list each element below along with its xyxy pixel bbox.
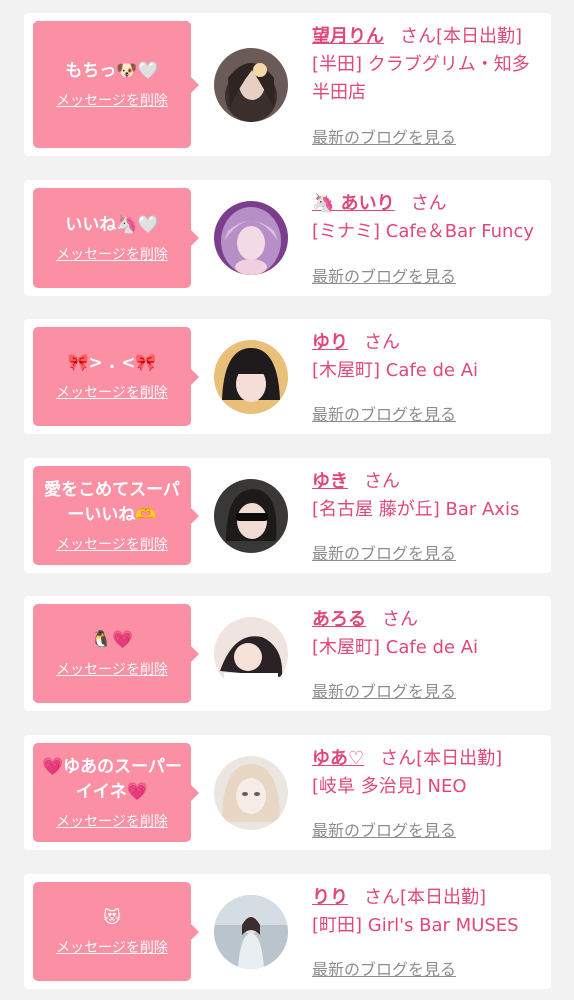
message-card: 💗ゆあのスーパーイイネ💗 メッセージを削除 ゆあ♡ さん[本日出勤] [岐阜 多治…	[24, 735, 551, 850]
message-bubble: 愛をこめてスーパーいいね🫶 メッセージを削除	[33, 466, 199, 565]
message-text: 愛をこめてスーパーいいね🫶	[44, 479, 180, 525]
message-bubble: 🐧💗 メッセージを削除	[33, 604, 199, 703]
delete-message-link[interactable]: メッセージを削除	[56, 92, 168, 110]
delete-message-link[interactable]: メッセージを削除	[56, 536, 168, 554]
avatar-photo	[214, 895, 288, 969]
shop-name: [ミナミ] Cafe＆Bar Funcy	[312, 221, 535, 242]
avatar-photo	[214, 479, 288, 553]
cast-name-link[interactable]: 🦄 あいり	[312, 193, 395, 214]
message-bubble: もちっ🐶🤍 メッセージを削除	[33, 21, 199, 148]
delete-message-link[interactable]: メッセージを削除	[56, 246, 168, 264]
message-text: 🎀> . <🎀	[67, 353, 157, 373]
latest-blog-link[interactable]: 最新のブログを見る	[312, 956, 456, 980]
latest-blog-link[interactable]: 最新のブログを見る	[312, 401, 456, 425]
avatar-photo	[214, 48, 288, 122]
honorific: さん	[364, 471, 400, 492]
message-card: 愛をこめてスーパーいいね🫶 メッセージを削除 ゆき さん [名古屋 藤が丘] Ba…	[24, 458, 551, 573]
honorific: さん	[400, 26, 436, 47]
cast-name-link[interactable]: 望月りん	[312, 26, 384, 47]
shop-name: [町田] Girl's Bar MUSES	[312, 915, 519, 936]
latest-blog-link[interactable]: 最新のブログを見る	[312, 678, 456, 702]
name-line: ゆき さん	[312, 468, 541, 496]
status-badge: [本日出勤]	[400, 887, 487, 908]
message-card: 😻 メッセージを削除 りり さん[本日出勤] [町田] Girl's Bar MU…	[24, 874, 551, 989]
delete-message-link[interactable]: メッセージを削除	[56, 813, 168, 831]
avatar-photo	[214, 756, 288, 830]
message-bubble: 💗ゆあのスーパーイイネ💗 メッセージを削除	[33, 743, 199, 842]
cast-name-link[interactable]: ゆき	[312, 471, 348, 492]
shop-name: [木屋町] Cafe de Ai	[312, 637, 479, 658]
avatar-photo	[214, 340, 288, 414]
delete-message-link[interactable]: メッセージを削除	[56, 661, 168, 679]
name-line: ゆあ♡ さん[本日出勤]	[312, 745, 541, 773]
latest-blog-link[interactable]: 最新のブログを見る	[312, 817, 456, 841]
avatar[interactable]	[214, 756, 288, 830]
message-text: もちっ🐶🤍	[65, 61, 159, 81]
avatar[interactable]	[214, 340, 288, 414]
cast-info: 望月りん さん[本日出勤] [半田] クラブグリム・知多半田店	[312, 23, 541, 107]
avatar-photo	[214, 617, 288, 691]
latest-blog-link[interactable]: 最新のブログを見る	[312, 124, 456, 148]
honorific: さん	[380, 748, 417, 769]
name-line: 🦄 あいり さん	[312, 190, 541, 218]
cast-name-link[interactable]: りり	[312, 887, 348, 908]
message-bubble: 🎀> . <🎀 メッセージを削除	[33, 327, 199, 426]
message-text: 🐧💗	[90, 630, 134, 650]
delete-message-link[interactable]: メッセージを削除	[56, 384, 168, 402]
honorific: さん	[410, 193, 447, 214]
avatar[interactable]	[214, 479, 288, 553]
honorific: さん	[382, 609, 418, 630]
message-text: 💗ゆあのスーパーイイネ💗	[42, 756, 182, 802]
avatar[interactable]	[214, 48, 288, 122]
cast-name-link[interactable]: ゆあ♡	[312, 748, 364, 769]
cast-name-link[interactable]: ゆり	[312, 332, 348, 353]
cast-info: あろる さん [木屋町] Cafe de Ai	[312, 606, 541, 662]
name-line: ゆり さん	[312, 329, 541, 357]
name-line: りり さん[本日出勤]	[312, 884, 541, 912]
message-text: 😻	[103, 908, 121, 928]
cast-info: 🦄 あいり さん [ミナミ] Cafe＆Bar Funcy	[312, 190, 541, 246]
delete-message-link[interactable]: メッセージを削除	[56, 939, 168, 957]
status-badge: [本日出勤]	[416, 748, 503, 769]
latest-blog-link[interactable]: 最新のブログを見る	[312, 540, 456, 564]
cast-info: ゆり さん [木屋町] Cafe de Ai	[312, 329, 541, 385]
shop-name: [岐阜 多治見] NEO	[312, 776, 467, 797]
cast-info: りり さん[本日出勤] [町田] Girl's Bar MUSES	[312, 884, 541, 940]
cast-info: ゆあ♡ さん[本日出勤] [岐阜 多治見] NEO	[312, 745, 541, 801]
avatar[interactable]	[214, 617, 288, 691]
latest-blog-link[interactable]: 最新のブログを見る	[312, 263, 456, 287]
name-line: 望月りん さん[本日出勤]	[312, 23, 541, 51]
message-card: もちっ🐶🤍 メッセージを削除 望月りん さん[本日出勤] [半田] クラブグリム・…	[24, 13, 551, 156]
honorific: さん	[364, 887, 400, 908]
avatar[interactable]	[214, 201, 288, 275]
cast-info: ゆき さん [名古屋 藤が丘] Bar Axis	[312, 468, 541, 524]
avatar-photo	[214, 201, 288, 275]
shop-name: [木屋町] Cafe de Ai	[312, 360, 479, 381]
message-text: いいね🦄🤍	[65, 214, 159, 235]
message-card: 🐧💗 メッセージを削除 あろる さん [木屋町] Cafe de Ai 最新のブロ…	[24, 596, 551, 711]
shop-name: [半田] クラブグリム・知多半田店	[312, 54, 530, 103]
shop-name: [名古屋 藤が丘] Bar Axis	[312, 499, 520, 520]
status-badge: [本日出勤]	[436, 26, 523, 47]
avatar[interactable]	[214, 895, 288, 969]
name-line: あろる さん	[312, 606, 541, 634]
message-card: いいね🦄🤍 メッセージを削除 🦄 あいり さん [ミナミ] Cafe＆Bar Fu…	[24, 180, 551, 296]
message-card: 🎀> . <🎀 メッセージを削除 ゆり さん [木屋町] Cafe de Ai 最…	[24, 319, 551, 434]
message-bubble: いいね🦄🤍 メッセージを削除	[33, 188, 199, 288]
honorific: さん	[364, 332, 400, 353]
cast-name-link[interactable]: あろる	[312, 609, 366, 630]
message-bubble: 😻 メッセージを削除	[33, 882, 199, 981]
